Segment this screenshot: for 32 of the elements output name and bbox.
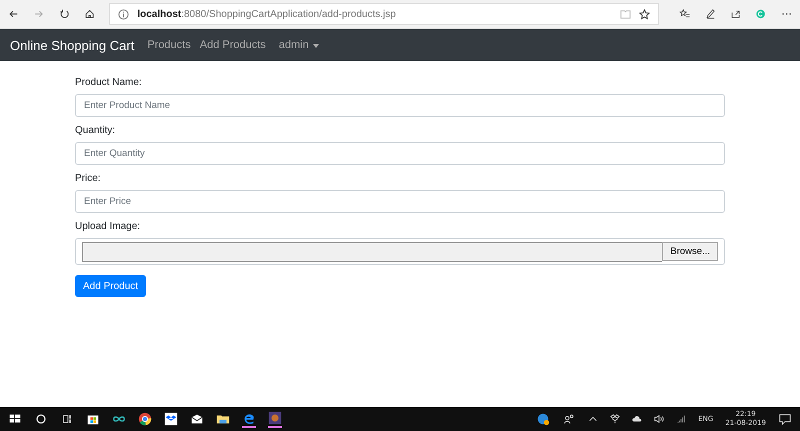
add-product-button[interactable]: Add Product (75, 275, 146, 297)
info-icon (118, 8, 130, 20)
nav-link[interactable]: Add Products (200, 39, 266, 51)
chrome-icon[interactable] (138, 412, 152, 426)
nav-link[interactable]: Products (147, 39, 191, 51)
field-label: Product Name: (75, 77, 143, 88)
field-label: Quantity: (75, 125, 116, 136)
task-view-icon[interactable] (60, 412, 74, 426)
user-dropdown[interactable]: admin (278, 39, 319, 51)
input-field[interactable]: Enter Product Name (75, 94, 725, 117)
input-field[interactable]: Enter Price (75, 190, 725, 213)
notification-icon[interactable] (778, 412, 792, 426)
star-icon[interactable] (639, 8, 650, 20)
field-label: Price: (75, 173, 102, 184)
volume-icon[interactable] (654, 414, 664, 424)
mail-icon[interactable] (190, 412, 204, 426)
pen-icon[interactable] (704, 7, 716, 21)
dropbox-icon[interactable] (164, 412, 178, 426)
people-icon[interactable] (562, 412, 576, 426)
refresh-icon[interactable] (58, 7, 70, 21)
brand-link[interactable]: Online Shopping Cart (10, 38, 134, 52)
home-icon[interactable] (84, 7, 96, 21)
app-icon[interactable] (268, 410, 282, 428)
address-bar[interactable]: localhost:8080/ShoppingCartApplication/add-products.jsp (109, 3, 660, 25)
field-label: Upload Image: (75, 221, 142, 232)
cloud-icon[interactable] (632, 414, 642, 424)
search-icon[interactable] (34, 412, 48, 426)
wifi-icon[interactable] (676, 414, 686, 424)
dropbox-tray-icon[interactable] (610, 414, 620, 424)
input-field[interactable]: Enter Quantity (75, 142, 725, 165)
file-field[interactable]: Browse... (75, 238, 725, 265)
browse-button[interactable]: Browse... (662, 242, 718, 261)
